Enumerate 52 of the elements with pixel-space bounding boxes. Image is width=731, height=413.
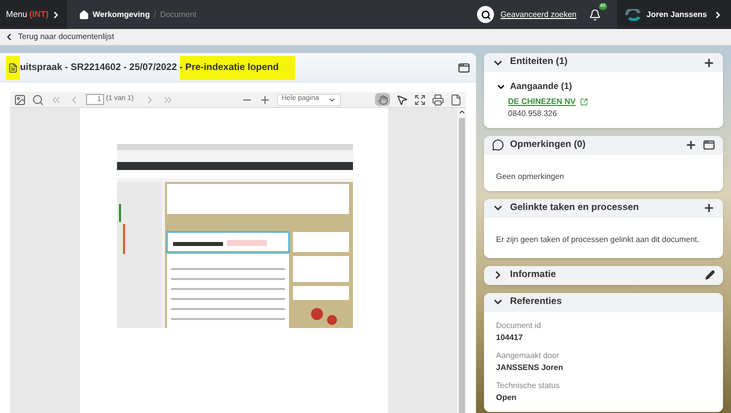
panel-title: Opmerkingen (0) bbox=[510, 138, 586, 152]
fullscreen-icon[interactable] bbox=[414, 94, 426, 106]
menu-button[interactable]: Menu (INT) bbox=[0, 0, 67, 29]
dropdown-caret-icon bbox=[328, 96, 336, 104]
external-link-icon[interactable] bbox=[580, 98, 588, 106]
panel-header[interactable]: Gelinkte taken en processen bbox=[484, 198, 723, 218]
add-icon[interactable] bbox=[685, 139, 697, 151]
breadcrumb-link[interactable]: Document bbox=[160, 8, 197, 20]
panel-header[interactable]: Entiteiten (1) bbox=[484, 53, 723, 72]
print-icon[interactable] bbox=[432, 94, 444, 106]
panel-title: Gelinkte taken en processen bbox=[510, 200, 640, 215]
logo-icon bbox=[624, 8, 641, 20]
edit-icon[interactable] bbox=[705, 270, 715, 280]
hand-tool-button[interactable] bbox=[375, 93, 390, 106]
field-label: Technische status bbox=[496, 380, 561, 392]
chevron-right-icon bbox=[713, 10, 723, 20]
home-icon bbox=[78, 10, 89, 20]
field-label: Aangemaakt door bbox=[496, 350, 560, 362]
comment-icon bbox=[492, 139, 504, 151]
field-label: Document id bbox=[496, 320, 542, 332]
breadcrumb-link[interactable]: Werkomgeving bbox=[92, 8, 150, 20]
chevron-left-icon bbox=[4, 32, 14, 42]
notification-bell-icon[interactable] bbox=[588, 8, 601, 20]
panel-title: Referenties bbox=[510, 294, 563, 309]
back-link[interactable]: Terug naar documentenlijst bbox=[4, 31, 114, 43]
field-value: Open bbox=[496, 392, 518, 404]
add-icon[interactable] bbox=[703, 56, 715, 68]
download-icon[interactable] bbox=[450, 94, 462, 106]
maximize-icon[interactable] bbox=[458, 62, 470, 74]
panel-header[interactable]: Referenties bbox=[484, 292, 723, 312]
zoom-in-icon[interactable] bbox=[258, 94, 271, 106]
panel-title: Entiteiten (1) bbox=[510, 55, 569, 70]
panel-header[interactable]: Informatie bbox=[484, 266, 723, 284]
breadcrumb-separator: / bbox=[154, 8, 156, 20]
pointer-icon[interactable] bbox=[396, 94, 408, 106]
document-title: uitspraak - SR2214602 - 25/07/2022 bbox=[20, 60, 178, 75]
search-icon[interactable] bbox=[477, 6, 494, 23]
field-value: 104417 bbox=[496, 332, 524, 344]
add-icon[interactable] bbox=[703, 202, 715, 214]
entity-link[interactable]: DE CHINEZEN NV bbox=[508, 96, 576, 108]
scroll-up-icon[interactable] bbox=[458, 108, 466, 116]
panel-title: Informatie bbox=[510, 268, 557, 282]
entity-number: 0840.958.326 bbox=[508, 108, 558, 120]
advanced-search-link[interactable]: Geavanceerd zoeken bbox=[500, 8, 577, 20]
panel-header[interactable]: Opmerkingen (0) bbox=[484, 136, 723, 154]
window-icon[interactable] bbox=[703, 139, 715, 151]
group-title: Aangaande (1) bbox=[510, 80, 572, 93]
sidebar-toggle-icon[interactable] bbox=[14, 94, 26, 106]
panel-text: Er zijn geen taken of processen gelinkt aan dit document. bbox=[496, 234, 700, 244]
field-value: JANSSENS Joren bbox=[496, 362, 564, 374]
panel-text: Geen opmerkingen bbox=[496, 172, 564, 180]
user-menu[interactable]: Joren Janssens bbox=[616, 0, 731, 29]
